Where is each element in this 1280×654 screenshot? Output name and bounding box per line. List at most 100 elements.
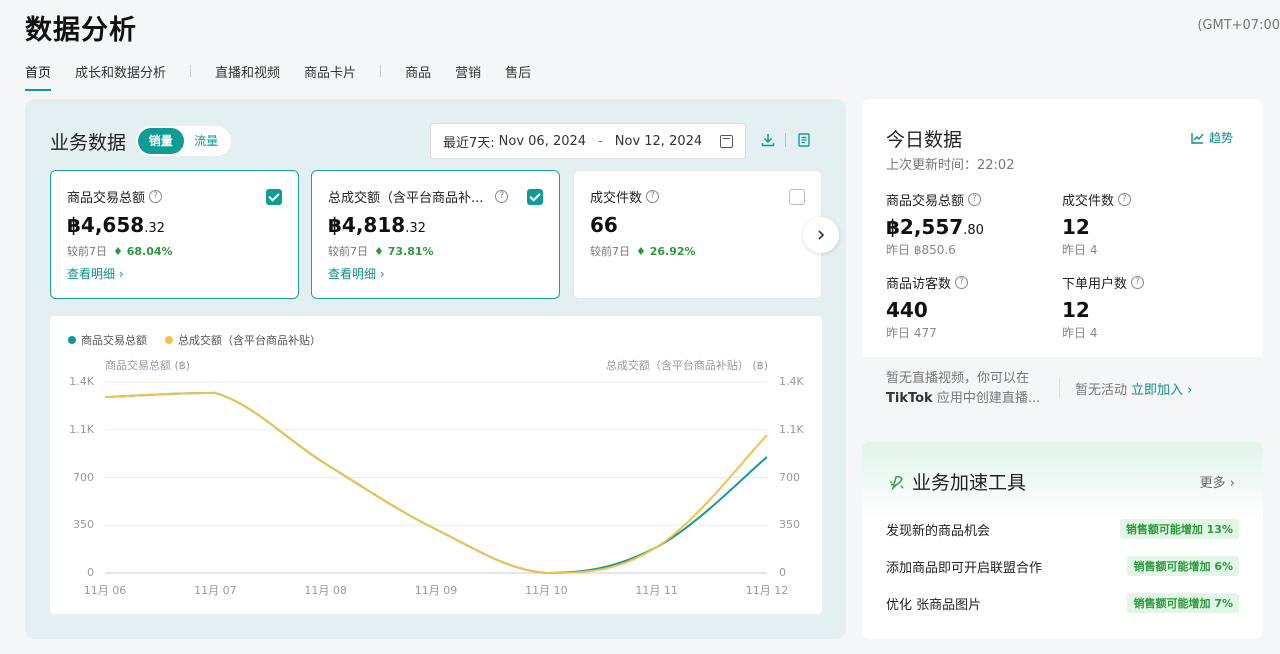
tab-home[interactable]: 首页: [25, 62, 52, 91]
date-range-label: 最近7天:: [443, 135, 495, 151]
x-tick-label: 11月 09: [414, 584, 458, 597]
help-icon[interactable]: ?: [1131, 276, 1145, 289]
today-footer: 暂无直播视频，你可以在 TikTok 应用中创建直播... 暂无活动 立即加入 ›: [862, 357, 1263, 421]
tab-product-card[interactable]: 商品卡片: [304, 62, 356, 89]
tab-growth-analytics[interactable]: 成长和数据分析: [75, 62, 166, 89]
kpi-card-gmv[interactable]: 商品交易总额 ? ฿4,658.32 较前7日 ♦ 68.04% 查看明细 ›: [50, 170, 299, 299]
rocket-icon: [890, 475, 904, 491]
help-icon[interactable]: ?: [495, 190, 509, 203]
metric-label-wrap: 下单用户数?: [1062, 273, 1145, 292]
live-note-line1: 暂无直播视频，你可以在: [886, 371, 1030, 386]
change-up: ♦ 73.81%: [374, 245, 434, 258]
more-link[interactable]: 更多 ›: [1200, 472, 1235, 491]
view-details-link[interactable]: 查看明细 ›: [67, 265, 282, 282]
metric-prev: 昨日 ฿850.6: [886, 243, 956, 257]
accelerator-title: 业务加速工具: [912, 472, 1027, 494]
business-data-title: 业务数据: [50, 132, 127, 154]
kpi-checkbox[interactable]: [527, 189, 543, 205]
tab-products[interactable]: 商品: [405, 62, 431, 89]
compare-label: 较前7日: [590, 245, 630, 258]
y-left-tick: 1.4K: [69, 375, 94, 388]
help-icon[interactable]: ?: [968, 193, 982, 206]
business-accelerator-panel: 业务加速工具 更多 › 发现新的商品机会 销售额可能增加 13% 添加商品即可开…: [862, 442, 1263, 639]
view-details-link[interactable]: 查看明细 ›: [328, 265, 543, 282]
activity-note: 暂无活动 立即加入 ›: [1075, 379, 1192, 398]
tab-live-video[interactable]: 直播和视频: [215, 62, 280, 89]
x-tick-label: 11月 06: [83, 584, 127, 597]
accelerator-item-text: 发现新的商品机会: [886, 523, 991, 539]
accelerator-item-text: 添加商品即可开启联盟合作: [886, 560, 1043, 576]
nav-divider: [190, 65, 192, 77]
help-icon[interactable]: ?: [149, 190, 163, 203]
chart-card: 商品交易总额 总成交额（含平台商品补贴） 商品交易总额 (฿) 总成交额（含平台…: [50, 316, 822, 614]
y-right-tick: 0: [779, 566, 786, 579]
metric-value: 12: [1062, 298, 1144, 322]
metric-value: ฿2,557.80: [886, 215, 984, 239]
accelerator-item[interactable]: 添加商品即可开启联盟合作 销售额可能增加 6%: [886, 556, 1239, 576]
change-value: 26.92%: [649, 245, 696, 258]
next-cards-button[interactable]: [803, 217, 839, 253]
kpi-label: 总成交额（含平台商品补...: [328, 191, 484, 206]
value-int: 12: [1062, 298, 1090, 322]
trend-label: 趋势: [1208, 131, 1233, 145]
kpi-value: ฿4,818.32: [328, 213, 543, 237]
metric-toggle: 销量 流量: [136, 126, 231, 156]
series-line-total: [104, 391, 768, 575]
help-icon[interactable]: ?: [1118, 193, 1132, 206]
kpi-label: 成交件数: [590, 191, 643, 206]
tab-marketing[interactable]: 营销: [455, 62, 481, 89]
toggle-traffic[interactable]: 流量: [184, 128, 230, 154]
date-end: Nov 12, 2024: [614, 133, 703, 149]
line-chart: [104, 381, 768, 575]
y-left-tick: 1.1K: [69, 422, 94, 436]
today-metric-gmv: 商品交易总额? ฿2,557.80 昨日 ฿850.6: [886, 190, 984, 258]
value-int: 4,658: [80, 213, 145, 237]
compare-label: 较前7日: [328, 245, 368, 258]
kpi-card-total-sales[interactable]: 总成交额（含平台商品补... ? ฿4,818.32 较前7日 ♦ 73.81% …: [311, 170, 560, 299]
x-tick-label: 11月 07: [194, 584, 237, 597]
kpi-label: 商品交易总额: [67, 191, 146, 206]
join-now-link[interactable]: 立即加入 ›: [1131, 383, 1192, 398]
value-dec: .32: [405, 221, 426, 236]
kpi-card-items-sold[interactable]: 成交件数 ? 66 较前7日 ♦ 26.92%: [573, 170, 822, 299]
x-tick-label: 11月 12: [745, 584, 789, 597]
change-up: ♦ 68.04%: [113, 245, 173, 258]
value-int: 12: [1062, 215, 1090, 239]
sales-increase-badge: 销售额可能增加 7%: [1127, 593, 1239, 613]
currency-symbol: ฿: [328, 213, 342, 237]
no-activity-label: 暂无活动: [1075, 383, 1128, 398]
business-data-panel: 业务数据 销量 流量 最近7天: Nov 06, 2024 - Nov 12, …: [25, 99, 846, 639]
value-int: 2,557: [899, 215, 964, 239]
kpi-checkbox[interactable]: [266, 189, 282, 205]
trend-icon: [1191, 132, 1204, 144]
help-icon[interactable]: ?: [955, 276, 969, 289]
x-tick-label: 11月 11: [635, 584, 678, 597]
help-icon[interactable]: ?: [646, 190, 660, 203]
value-int: 66: [590, 213, 618, 237]
calendar-icon: [720, 134, 733, 148]
value-int: 440: [886, 298, 928, 322]
tab-after-sales[interactable]: 售后: [505, 62, 531, 89]
kpi-compare: 较前7日 ♦ 26.92%: [590, 243, 805, 259]
download-icon[interactable]: [761, 133, 775, 147]
toggle-sales[interactable]: 销量: [138, 128, 184, 154]
date-range-picker[interactable]: 最近7天: Nov 06, 2024 - Nov 12, 2024: [430, 123, 746, 159]
metric-label: 成交件数: [1062, 194, 1115, 209]
accelerator-item[interactable]: 发现新的商品机会 销售额可能增加 13%: [886, 519, 1239, 539]
kpi-label-wrap: 总成交额（含平台商品补... ?: [328, 187, 543, 206]
today-title: 今日数据: [886, 129, 963, 151]
y-right-tick: 700: [779, 470, 800, 484]
report-icon[interactable]: [797, 133, 811, 147]
kpi-checkbox[interactable]: [789, 189, 805, 205]
sales-increase-badge: 销售额可能增加 13%: [1119, 519, 1239, 539]
live-note-line2: 应用中创建直播...: [932, 391, 1041, 406]
today-metric-buyers: 下单用户数? 12 昨日 4: [1062, 273, 1145, 341]
accelerator-item[interactable]: 优化 张商品图片 销售额可能增加 7%: [886, 593, 1239, 613]
kpi-card-row: 商品交易总额 ? ฿4,658.32 较前7日 ♦ 68.04% 查看明细 › 总…: [50, 170, 822, 299]
metric-prev: 昨日 4: [1062, 326, 1098, 340]
metric-value: 440: [886, 298, 968, 322]
value-int: 4,818: [341, 213, 406, 237]
metric-prev: 昨日 4: [1062, 243, 1098, 257]
x-tick-label: 11月 10: [525, 584, 568, 597]
trend-link[interactable]: 趋势: [1191, 129, 1233, 146]
